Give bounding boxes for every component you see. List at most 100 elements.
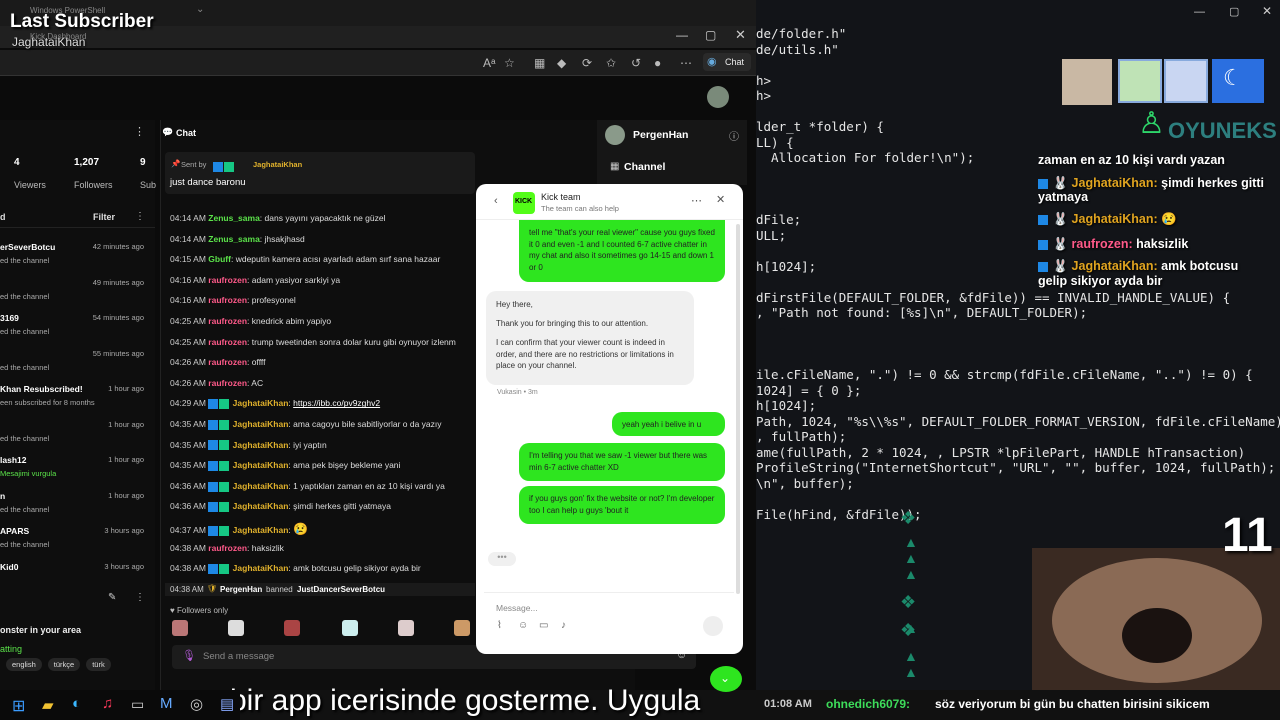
event-item[interactable]: ed the channel 1 hour ago (0, 420, 155, 452)
windows-start-icon[interactable]: ⊞ (12, 696, 25, 716)
badge-icon (208, 399, 219, 410)
attach-icon[interactable]: ⌇ (497, 620, 502, 631)
channel-link[interactable]: Channel (624, 161, 665, 173)
emote[interactable] (342, 620, 358, 636)
chat-message[interactable]: 04:16 AM raufrozen: profesyonel (170, 295, 296, 305)
more-icon[interactable]: ⋯ (680, 56, 692, 70)
event-item[interactable]: n ed the channel 1 hour ago (0, 491, 155, 523)
scroll-down-button[interactable]: ⌄ (710, 666, 742, 692)
more-options-icon[interactable]: ⋮ (134, 125, 145, 138)
badge-icon (219, 440, 230, 451)
user-message: if you guys gon' fix the website or not?… (519, 486, 725, 524)
mic-icon[interactable]: 🎙 (182, 649, 196, 662)
close-icon[interactable]: ✕ (735, 27, 746, 43)
chat-message[interactable]: 04:15 AM Gbuff: wdeputin kamera acısı ay… (170, 254, 440, 264)
chat-message[interactable]: 04:35 AM JaghataiKhan: iyi yaptın (170, 440, 327, 451)
refresh-icon[interactable]: ⟳ (582, 56, 592, 70)
gif-icon[interactable]: ▭ (539, 620, 548, 631)
obs-icon[interactable]: ◎ (190, 695, 203, 713)
favorite-icon[interactable]: ☆ (504, 56, 515, 70)
bulbasaur-emote (1118, 59, 1162, 103)
chat-message[interactable]: 04:14 AM Zenus_sama: dans yayını yapacak… (170, 213, 386, 223)
event-item[interactable]: erSeverBotcu ed the channel 42 minutes ago (0, 242, 155, 274)
stream-tags: english türkçe türk (6, 658, 111, 671)
code-line: ProfileString("InternetShortcut", "URL",… (756, 460, 1276, 475)
extension-icon[interactable]: ▦ (534, 56, 545, 70)
editor-icon[interactable]: ▤ (220, 695, 234, 713)
terminal-icon[interactable]: ▭ (131, 696, 144, 713)
bunny-icon: 🐰 (1052, 212, 1069, 226)
chat-message[interactable]: 04:25 AM raufrozen: trump tweetinden son… (170, 337, 456, 347)
maximize-icon[interactable]: ▢ (705, 28, 716, 42)
emoji-icon[interactable]: ☺ (518, 620, 528, 631)
copilot-chat-button[interactable]: ◉ Chat (703, 53, 751, 71)
cat-emote (1062, 59, 1112, 105)
app-icon[interactable]: M (160, 695, 173, 712)
edge-icon[interactable]: ◐ (72, 695, 81, 712)
tag[interactable]: türk (86, 658, 111, 671)
scrollbar[interactable] (736, 224, 740, 594)
profile-icon[interactable]: ● (654, 56, 661, 70)
event-item[interactable]: ed the channel 49 minutes ago (0, 278, 155, 310)
maximize-icon[interactable]: ▢ (1229, 5, 1239, 18)
history-icon[interactable]: ↺ (631, 56, 641, 70)
more-options-icon[interactable]: ⋯ (691, 194, 702, 207)
chat-message[interactable]: 04:35 AM JaghataiKhan: ama cagoyu bile s… (170, 419, 442, 430)
event-item[interactable]: ed the channel 55 minutes ago (0, 349, 155, 381)
emote[interactable] (454, 620, 470, 636)
close-icon[interactable]: ✕ (1262, 4, 1272, 18)
emote[interactable] (398, 620, 414, 636)
mic-icon[interactable]: ♪ (561, 620, 566, 631)
webcam-feed (1032, 548, 1280, 690)
send-button[interactable] (703, 616, 723, 636)
star-icon[interactable]: ✩ (606, 56, 616, 70)
filter-button[interactable]: Filter (93, 212, 115, 222)
music-icon[interactable]: ♫ (102, 695, 113, 712)
read-aloud-icon[interactable]: Aᵃ (483, 56, 495, 70)
chevron-down-icon[interactable]: ⌄ (196, 4, 204, 15)
info-icon[interactable]: ⓘ (729, 128, 739, 143)
message-input[interactable]: Message... (496, 603, 538, 613)
event-item[interactable]: Khan Resubscribed! een subscribed for 8 m… (0, 384, 155, 416)
side-menu-user[interactable]: PergenHan (633, 129, 688, 141)
event-item[interactable]: lash12 Mesajimi vurgula 1 hour ago (0, 455, 155, 487)
chat-message[interactable]: 04:38 AM JaghataiKhan: amk botcusu gelip… (170, 563, 421, 574)
chat-bubble-icon: 💬 (162, 127, 174, 137)
minimize-icon[interactable]: — (1194, 6, 1205, 18)
edit-icon[interactable]: ✎ (108, 592, 116, 603)
stream-category: atting (0, 644, 23, 654)
event-time: 3 hours ago (104, 526, 144, 535)
chat-message[interactable]: 04:26 AM raufrozen: offff (170, 357, 265, 367)
chat-message[interactable]: 04:38 AM raufrozen: haksizlik (170, 543, 284, 553)
tag[interactable]: english (6, 658, 42, 671)
chat-message[interactable]: 04:35 AM JaghataiKhan: ama pek bişey bek… (170, 460, 400, 471)
chat-message[interactable]: 04:16 AM raufrozen: adam yasiyor sarkiyi… (170, 275, 340, 285)
chat-message[interactable]: 04:26 AM raufrozen: AC (170, 378, 263, 388)
stat-value: 4 (14, 157, 20, 168)
chat-message[interactable]: 04:29 AM JaghataiKhan: https://ibb.co/pv… (170, 398, 380, 410)
minimize-icon[interactable]: — (676, 28, 688, 42)
event-item[interactable]: 3169 ed the channel 54 minutes ago (0, 313, 155, 345)
diamond-icon[interactable]: ◆ (557, 56, 566, 70)
emote[interactable] (228, 620, 244, 636)
avatar[interactable] (707, 86, 729, 108)
more-options-icon[interactable]: ⋮ (135, 592, 145, 603)
chat-message[interactable]: 04:25 AM raufrozen: knedrick abim yapiyo (170, 316, 331, 326)
event-item[interactable]: Kid0 3 hours ago (0, 562, 155, 594)
pinned-message[interactable]: 📌 Sent by JaghataiKhan just dance baronu (165, 152, 475, 194)
close-icon[interactable]: ✕ (716, 193, 725, 206)
back-icon[interactable]: ‹ (494, 195, 498, 207)
emote[interactable] (172, 620, 188, 636)
file-explorer-icon[interactable]: ▰ (42, 696, 54, 714)
stream-info-header: ✎ ⋮ (0, 590, 155, 610)
more-options-icon[interactable]: ⋮ (135, 211, 145, 222)
chat-message[interactable]: 04:36 AM JaghataiKhan: şimdi herkes gitt… (170, 501, 391, 513)
code-line: , "Path not found: [%s]\n", DEFAULT_FOLD… (756, 305, 1088, 320)
chat-message[interactable]: 04:37 AM JaghataiKhan: 😢 (170, 522, 308, 536)
emote[interactable] (284, 620, 300, 636)
badge-icon (1038, 214, 1048, 225)
chat-message[interactable]: 04:14 AM Zenus_sama: jhsakjhasd (170, 234, 305, 244)
event-item[interactable]: APARS ed the channel 3 hours ago (0, 526, 155, 558)
chat-message[interactable]: 04:36 AM JaghataiKhan: 1 yaptıkları zama… (170, 481, 445, 492)
tag[interactable]: türkçe (47, 658, 81, 671)
